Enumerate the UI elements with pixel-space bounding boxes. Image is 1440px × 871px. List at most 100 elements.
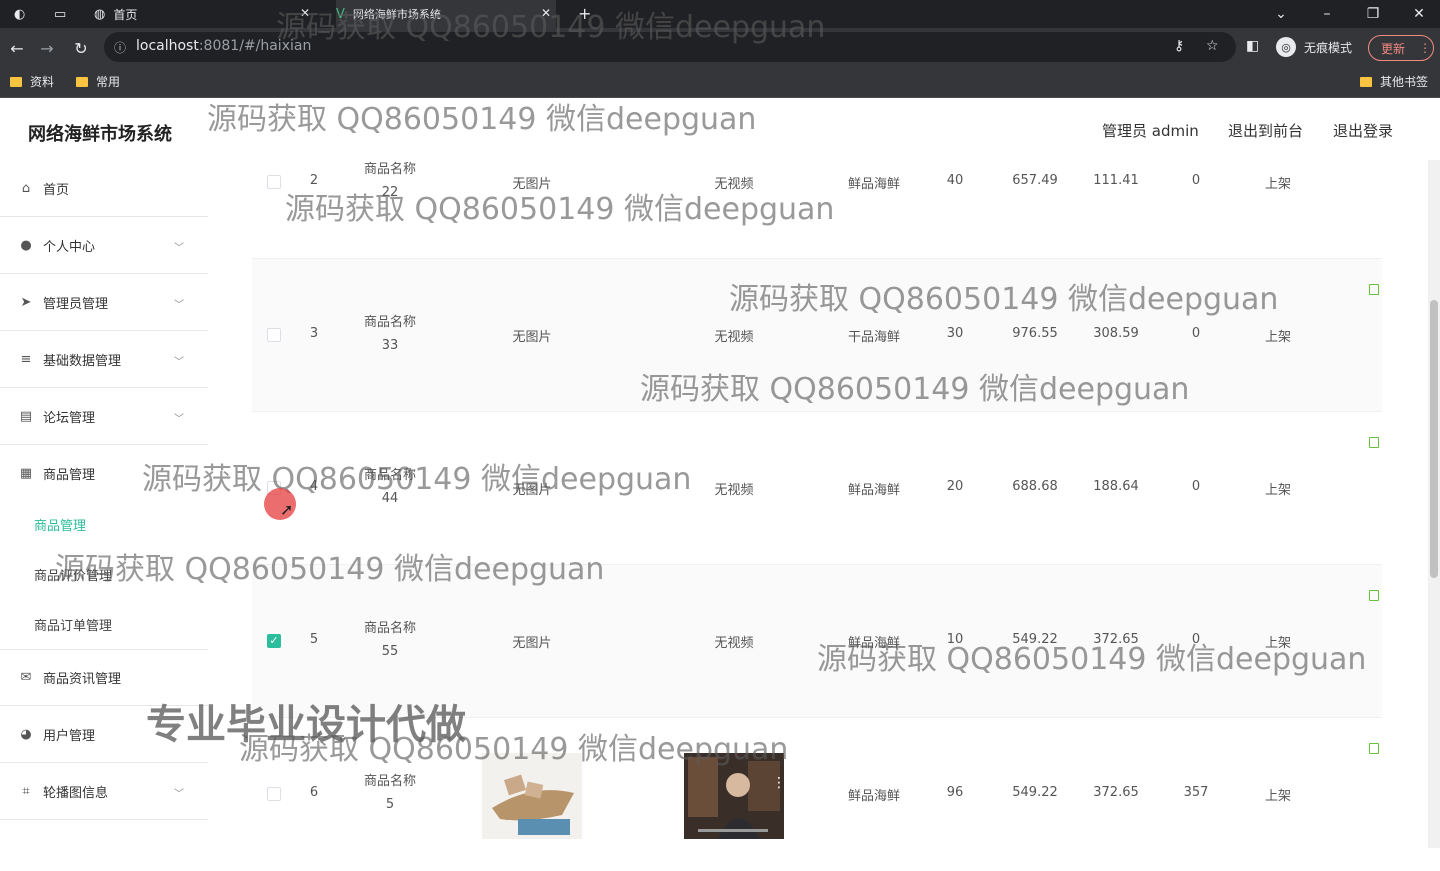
bookmark-folder[interactable]: 资料 [10,73,54,90]
cell-name: 商品名称 44 [363,468,416,506]
product-image-thumbnail[interactable] [482,753,582,839]
chevron-down-icon: ﹀ [174,357,184,368]
sidebar-item-forum[interactable]: ▤ 论坛管理 ﹀ [0,388,208,445]
sidebar-item-label: 首页 [43,182,70,198]
cell-image: 无图片 [512,330,552,345]
forward-icon[interactable]: → [36,37,58,59]
cell-id: 6 [309,785,319,800]
cell-name: 商品名称 33 [363,315,416,353]
update-label: 更新 [1381,41,1406,56]
url-input[interactable]: ⓘ localhost:8081/#/haixian ⚷ ☆ [104,32,1236,62]
key-icon[interactable]: ⚷ [1174,38,1184,54]
cell-stock: 10 [946,632,964,647]
sidebar-item-carousel[interactable]: ⌗ 轮播图信息 ﹀ [0,763,208,820]
submenu-goods-order[interactable]: 商品订单管理 [34,615,112,634]
submenu-goods-review[interactable]: 商品评价管理 [34,565,112,584]
sidebar-item-label: 管理员管理 [43,296,109,312]
update-button[interactable]: 更新 ⋮ [1368,35,1434,61]
cell-status: 上架 [1264,789,1291,804]
reload-icon[interactable]: ↻ [70,37,92,59]
sidebar-item-goods[interactable]: ▦ 商品管理 [0,445,208,502]
mouse-cursor-icon: ➚ [280,500,294,519]
table-row[interactable]: 2 商品名称 22 无图片 无视频 鲜品海鲜 40 657.49 111.41 0… [252,106,1382,259]
address-bar-row: ← → ↻ ⓘ localhost:8081/#/haixian ⚷ ☆ ◧ [0,28,1440,66]
tab-search-icon[interactable]: ⌄ [1258,0,1304,28]
table-row[interactable]: 4 商品名称 44 无图片 无视频 鲜品海鲜 20 688.68 188.64 0… [252,412,1382,565]
tab-active[interactable]: V 网络海鲜市场系统 [336,0,556,28]
browser-tabbar: ◐ ▭ ◍ 首页 ✕ V 网络海鲜市场系统 ✕ + ⌄ – ❐ ✕ [0,0,1440,28]
details-icon[interactable] [1369,590,1379,601]
tab-list-icon[interactable]: ▭ [54,0,74,28]
cell-video: 无视频 [714,636,754,651]
svg-text:⋮: ⋮ [772,775,784,791]
mail-icon: ✉ [20,670,32,685]
cell-status: 上架 [1264,177,1291,192]
globe-icon: ◍ [94,6,106,22]
cell-clicks: 0 [1191,326,1201,341]
tab-home[interactable]: ◍ 首页 [94,0,137,28]
cell-id: 3 [309,326,319,341]
row-checkbox[interactable] [267,175,281,189]
promo-watermark: 专业毕业设计代做 [146,702,466,748]
browser-menu-icon[interactable]: ◐ [14,0,33,28]
row-checkbox[interactable]: ✓ [267,634,281,648]
sidebar-item-admins[interactable]: ➤ 管理员管理 ﹀ [0,274,208,331]
product-video-thumbnail[interactable]: ⋮ [684,753,784,839]
sidebar-item-basic-data[interactable]: ≡ 基础数据管理 ﹀ [0,331,208,388]
window-close-icon[interactable]: ✕ [1396,0,1440,28]
site-info-icon[interactable]: ⓘ [114,39,126,56]
cell-name: 商品名称 55 [363,621,416,659]
back-icon[interactable]: ← [6,37,28,59]
cell-price: 111.41 [1093,173,1139,188]
cell-image: 无图片 [512,636,552,651]
sidebar-item-label: 商品资讯管理 [43,672,122,687]
cell-video: 无视频 [714,330,754,345]
sidebar-item-home[interactable]: ⌂ 首页 [0,160,208,217]
submenu-goods-manage[interactable]: 商品管理 [34,515,86,534]
row-checkbox[interactable] [267,787,281,801]
other-bookmarks[interactable]: 其他书签 [1360,73,1428,90]
chevron-down-icon: ﹀ [174,789,184,800]
close-active-tab-icon[interactable]: ✕ [541,6,551,20]
scrollbar-thumb[interactable] [1430,300,1438,578]
sidepanel-icon[interactable]: ◧ [1246,38,1259,54]
cell-price: 657.49 [1012,173,1058,188]
details-icon[interactable] [1369,284,1379,295]
bookmarks-bar: 资料 常用 其他书签 [0,66,1440,98]
close-tab-icon[interactable]: ✕ [300,6,310,20]
cell-name: 商品名称 22 [363,162,416,200]
scrollbar[interactable] [1428,160,1440,848]
palette-icon: ◕ [20,726,32,742]
cell-price: 549.22 [1012,785,1058,800]
table-row[interactable]: 3 商品名称 33 无图片 无视频 干品海鲜 30 976.55 308.59 0… [252,259,1382,412]
details-icon[interactable] [1369,437,1379,448]
sliders-icon: ≡ [20,351,32,367]
tab-active-label: 网络海鲜市场系统 [352,8,441,21]
cell-clicks: 357 [1183,785,1209,800]
restore-icon[interactable]: ❐ [1350,0,1396,28]
cell-price: 308.59 [1093,326,1139,341]
cell-type: 鲜品海鲜 [847,789,900,804]
star-icon[interactable]: ☆ [1206,38,1219,54]
details-icon[interactable] [1369,743,1379,754]
folder-icon [76,76,88,87]
cell-status: 上架 [1264,636,1291,651]
chevron-down-icon: ﹀ [174,414,184,425]
document-icon: ▤ [19,408,33,424]
cell-type: 干品海鲜 [847,330,900,345]
cell-price: 188.64 [1093,479,1139,494]
cell-price: 372.65 [1093,632,1139,647]
row-checkbox[interactable] [267,328,281,342]
minimize-icon[interactable]: – [1304,0,1350,28]
sidebar-item-profile[interactable]: ● 个人中心 ﹀ [0,217,208,274]
incognito-indicator[interactable]: ◎ 无痕模式 [1276,33,1352,61]
cell-stock: 96 [946,785,964,800]
folder-icon [1360,76,1372,87]
cell-id: 4 [309,479,319,494]
bookmark-folder[interactable]: 常用 [76,73,120,90]
cell-price: 549.22 [1012,632,1058,647]
new-tab-icon[interactable]: + [578,4,591,23]
cell-type: 鲜品海鲜 [847,636,900,651]
sidebar-item-label: 用户管理 [43,728,96,744]
chevron-down-icon: ﹀ [174,243,184,254]
